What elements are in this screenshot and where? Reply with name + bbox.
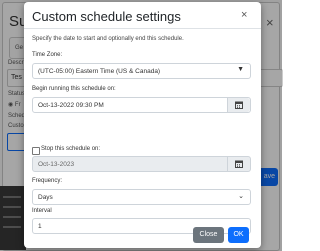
begin-date-label: Begin running this schedule on: xyxy=(32,86,116,92)
caret-down-icon: ▼ xyxy=(237,66,244,73)
ok-button[interactable]: OK xyxy=(228,227,249,243)
modal-description: Specify the date to start and optionally… xyxy=(32,36,184,42)
interval-label: Interval xyxy=(32,208,52,214)
begin-date-value: Oct-13-2022 09:30 PM xyxy=(38,102,104,109)
frequency-select[interactable]: Days ⌄ xyxy=(32,189,251,205)
stop-schedule-checkbox[interactable] xyxy=(32,147,40,155)
stop-date-input[interactable]: Oct-13-2023 xyxy=(32,156,251,172)
stop-date-calendar-button[interactable] xyxy=(227,157,250,171)
stop-schedule-label: Stop this schedule on: xyxy=(41,146,101,152)
chevron-down-icon: ⌄ xyxy=(238,193,244,200)
timezone-value: (UTC-05:00) Eastern Time (US & Canada) xyxy=(38,68,161,75)
modal-title: Custom schedule settings xyxy=(32,9,181,24)
close-icon[interactable]: × xyxy=(241,9,247,21)
calendar-icon xyxy=(235,160,243,168)
begin-date-input[interactable]: Oct-13-2022 09:30 PM xyxy=(32,97,251,113)
timezone-label: Time Zone: xyxy=(32,52,63,58)
calendar-icon xyxy=(235,101,243,109)
frequency-label: Frequency: xyxy=(32,178,63,184)
interval-value: 1 xyxy=(38,223,42,230)
begin-date-calendar-button[interactable] xyxy=(227,98,250,112)
custom-schedule-modal: Custom schedule settings × Specify the d… xyxy=(24,2,261,248)
timezone-select[interactable]: (UTC-05:00) Eastern Time (US & Canada) ▼ xyxy=(32,63,251,79)
modal-header: Custom schedule settings × xyxy=(24,2,261,29)
close-button[interactable]: Close xyxy=(193,227,224,243)
frequency-value: Days xyxy=(38,194,53,201)
stop-date-value: Oct-13-2023 xyxy=(38,161,75,168)
